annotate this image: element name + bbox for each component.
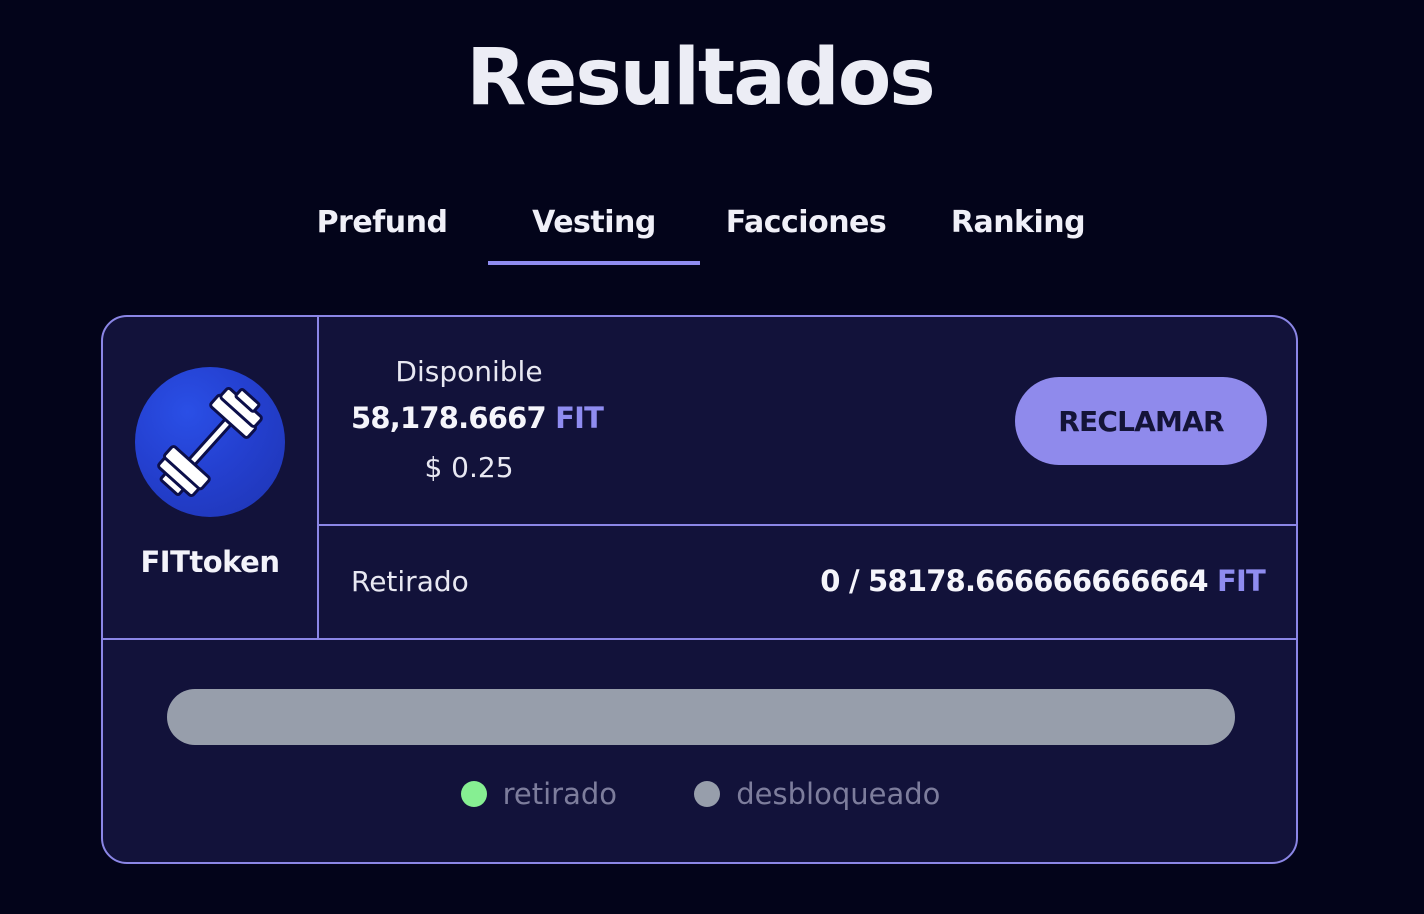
page-title: Resultados — [466, 33, 935, 123]
available-label: Disponible — [395, 355, 543, 388]
withdrawn-value: 0 / 58178.666666666664 FIT — [820, 564, 1266, 598]
tab-vesting[interactable]: Vesting — [488, 195, 700, 265]
divider-vertical — [317, 317, 319, 639]
progress-legend: retirado desbloqueado — [103, 775, 1298, 811]
available-amount: 58,178.6667 FIT — [351, 401, 604, 435]
available-usd: $ 0.25 — [424, 451, 514, 484]
available-unit: FIT — [555, 401, 604, 435]
claim-button[interactable]: RECLAMAR — [1015, 377, 1267, 465]
withdrawn-unit: FIT — [1217, 564, 1266, 598]
legend-dot-icon — [694, 781, 721, 807]
legend-item-retirado: retirado — [460, 777, 618, 811]
vesting-card: FITtoken Disponible 58,178.6667 FIT $ 0.… — [101, 315, 1298, 864]
withdrawn-amount: 0 / 58178.666666666664 — [820, 564, 1208, 598]
divider-horizontal — [103, 638, 1296, 640]
legend-item-desbloqueado: desbloqueado — [694, 777, 940, 811]
legend-dot-icon — [460, 781, 487, 807]
token-logo — [135, 367, 285, 517]
available-value: 58,178.6667 — [351, 401, 547, 435]
legend-label: retirado — [502, 777, 618, 811]
withdrawn-label: Retirado — [351, 565, 469, 598]
tab-ranking[interactable]: Ranking — [912, 195, 1124, 265]
tab-prefund[interactable]: Prefund — [276, 195, 488, 265]
token-name: FITtoken — [140, 545, 281, 579]
legend-label: desbloqueado — [736, 777, 941, 811]
tab-facciones[interactable]: Facciones — [700, 195, 912, 265]
vesting-progress-bar — [167, 689, 1235, 745]
divider-horizontal — [319, 524, 1296, 526]
dumbbell-icon — [157, 386, 263, 498]
